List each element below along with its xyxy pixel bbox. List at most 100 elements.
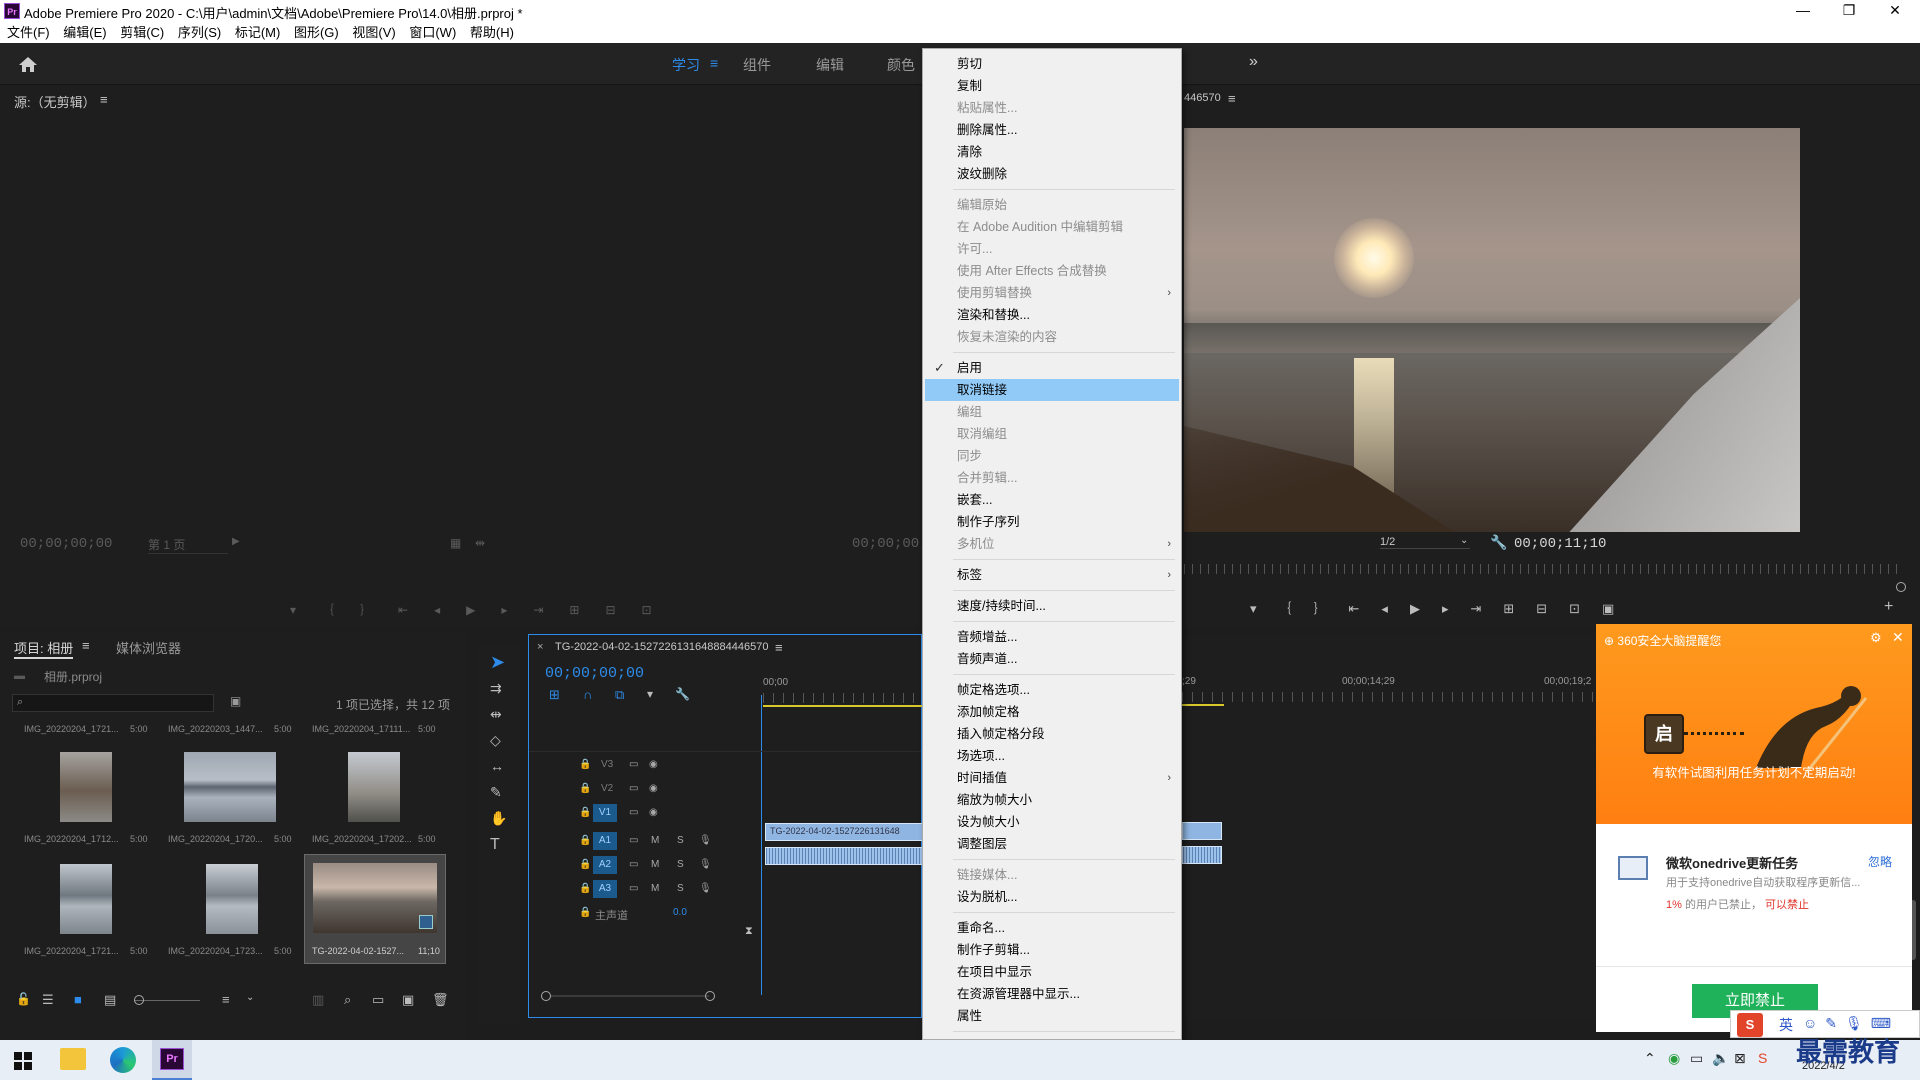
mute-button[interactable]: M: [651, 835, 659, 846]
sort-chevron-icon[interactable]: ⌄: [246, 992, 254, 1003]
type-tool-icon[interactable]: T: [490, 836, 500, 854]
context-menu-item[interactable]: 在资源管理器中显示...: [925, 983, 1179, 1005]
timeline-timecode[interactable]: 00;00;00;00: [545, 665, 644, 682]
menu-window[interactable]: 窗口(W): [409, 22, 456, 43]
project-item-thumbnail[interactable]: [348, 752, 400, 822]
context-menu-item[interactable]: 清除: [925, 141, 1179, 163]
context-menu-item[interactable]: 删除属性...: [925, 119, 1179, 141]
solo-button[interactable]: S: [677, 883, 684, 894]
nest-toggle-icon[interactable]: ⊞: [549, 687, 560, 703]
menu-clip[interactable]: 剪辑(C): [120, 22, 164, 43]
track-output-icon[interactable]: ▭: [629, 783, 638, 794]
video-clip[interactable]: [1182, 822, 1222, 840]
slip-tool-icon[interactable]: ↔: [490, 758, 504, 774]
source-drag-icon[interactable]: ⇹: [475, 536, 485, 550]
network-icon[interactable]: ▭: [1690, 1050, 1703, 1067]
context-menu-item[interactable]: 复制: [925, 75, 1179, 97]
timeline-panel-menu-icon[interactable]: ≡: [775, 640, 783, 655]
work-area-bar[interactable]: [763, 705, 923, 707]
timeline-horizontal-scrollbar[interactable]: [551, 995, 709, 997]
track-output-icon[interactable]: ▭: [629, 859, 638, 870]
context-menu-item[interactable]: 调整图层: [925, 833, 1179, 855]
file-explorer-icon[interactable]: [60, 1048, 86, 1070]
track-output-icon[interactable]: ▭: [629, 807, 638, 818]
source-timecode[interactable]: 00;00;00;00: [20, 536, 112, 552]
add-marker-icon[interactable]: ▾: [647, 687, 653, 701]
context-menu-item[interactable]: 标签 ›: [925, 564, 1179, 586]
voiceover-mic-icon[interactable]: 🎙: [699, 859, 712, 870]
minimize-button[interactable]: —: [1780, 0, 1826, 22]
automate-icon[interactable]: ▥: [312, 992, 324, 1008]
sort-icon[interactable]: ≡: [222, 992, 230, 1007]
track-lock-icon[interactable]: 🔒: [579, 883, 591, 894]
track-label[interactable]: A1: [593, 832, 617, 850]
menu-file[interactable]: 文件(F): [7, 22, 50, 43]
close-button[interactable]: ✕: [1872, 0, 1918, 22]
track-label[interactable]: V3: [601, 759, 613, 770]
context-menu-item[interactable]: 制作子序列: [925, 511, 1179, 533]
tray-360-icon[interactable]: ◉: [1668, 1050, 1680, 1067]
zoom-chevron-down-icon[interactable]: ⌄: [1460, 535, 1468, 546]
context-menu-item[interactable]: 属性: [925, 1005, 1179, 1027]
workspace-tab-color[interactable]: 颜色: [887, 55, 915, 75]
workspace-more-button[interactable]: »: [1249, 53, 1258, 71]
program-add-button[interactable]: +: [1884, 598, 1893, 616]
notification-close-icon[interactable]: ✕: [1892, 629, 1904, 646]
context-menu-item[interactable]: 重命名...: [925, 917, 1179, 939]
context-menu-item[interactable]: 在项目中显示: [925, 961, 1179, 983]
track-label[interactable]: A2: [593, 856, 617, 874]
context-menu-item[interactable]: 插入帧定格分段: [925, 723, 1179, 745]
timeline-settings-wrench-icon[interactable]: 🔧: [675, 687, 690, 701]
audio-clip[interactable]: [765, 847, 923, 865]
program-transport-controls[interactable]: ▾｛｝⇤◂▶▸⇥⊞⊟⊡▣: [1250, 598, 1636, 617]
context-menu-item[interactable]: 剪切: [925, 53, 1179, 75]
tab-media-browser[interactable]: 媒体浏览器: [116, 638, 181, 657]
source-transport-controls[interactable]: ▾｛｝⇤◂▶▸⇥⊞⊟⊡: [290, 601, 678, 618]
menu-view[interactable]: 视图(V): [352, 22, 395, 43]
context-menu-item[interactable]: 音频声道...: [925, 648, 1179, 670]
context-menu-item[interactable]: 音频增益...: [925, 626, 1179, 648]
ime-tool-icons[interactable]: ☺✎🎙⌨: [1803, 1015, 1899, 1032]
selection-tool-icon[interactable]: ➤: [490, 652, 505, 673]
workspace-menu-icon[interactable]: ≡: [710, 55, 718, 71]
master-volume-value[interactable]: 0.0: [673, 907, 687, 918]
ime-icon[interactable]: ⊠: [1734, 1050, 1746, 1067]
stat-link[interactable]: 可以禁止: [1765, 899, 1809, 911]
hand-tool-icon[interactable]: ✋: [490, 810, 507, 827]
icon-view-icon[interactable]: ■: [74, 992, 82, 1007]
context-menu-item[interactable]: 波纹删除: [925, 163, 1179, 185]
context-menu-item[interactable]: 设为帧大小: [925, 811, 1179, 833]
track-select-tool-icon[interactable]: ⇉: [490, 680, 502, 697]
context-menu-item[interactable]: 启用 ✓: [925, 357, 1179, 379]
workspace-tab-assembly[interactable]: 组件: [743, 55, 771, 75]
track-lock-icon[interactable]: 🔒: [579, 807, 591, 818]
solo-button[interactable]: S: [677, 835, 684, 846]
menu-sequence[interactable]: 序列(S): [178, 22, 221, 43]
track-label[interactable]: A3: [593, 880, 617, 898]
razor-tool-icon[interactable]: ◇: [490, 732, 501, 749]
program-timecode[interactable]: 00;00;11;10: [1514, 536, 1606, 552]
track-output-icon[interactable]: ▭: [629, 883, 638, 894]
context-menu-item[interactable]: 时间插值 ›: [925, 767, 1179, 789]
sogou-logo-icon[interactable]: S: [1737, 1013, 1763, 1037]
zoom-slider-handle[interactable]: [134, 995, 144, 1005]
timeline-ruler[interactable]: [1182, 692, 1596, 702]
edge-browser-icon[interactable]: [110, 1047, 136, 1073]
project-item-thumbnail[interactable]: [60, 752, 112, 822]
workspace-tab-learn[interactable]: 学习: [672, 55, 700, 75]
menu-markers[interactable]: 标记(M): [235, 22, 281, 43]
program-zoom-handle[interactable]: [1896, 582, 1906, 592]
find-icon[interactable]: ⌕: [344, 992, 351, 1008]
program-zoom-select[interactable]: 1/2: [1380, 536, 1470, 549]
source-page-select[interactable]: 第 1 页: [148, 536, 228, 554]
timeline-ruler[interactable]: [763, 693, 923, 703]
project-item-thumbnail[interactable]: [184, 752, 276, 822]
context-menu-item[interactable]: 场选项...: [925, 745, 1179, 767]
menu-graphics[interactable]: 图形(G): [294, 22, 339, 43]
new-bin-icon[interactable]: ▭: [372, 992, 384, 1008]
new-item-icon[interactable]: ▣: [402, 992, 414, 1008]
volume-icon[interactable]: 🔈: [1712, 1050, 1729, 1067]
list-view-icon[interactable]: ☰: [42, 992, 54, 1008]
master-collapse-icon[interactable]: ⧗: [745, 925, 753, 938]
source-settings-icon[interactable]: ▦: [450, 536, 461, 550]
